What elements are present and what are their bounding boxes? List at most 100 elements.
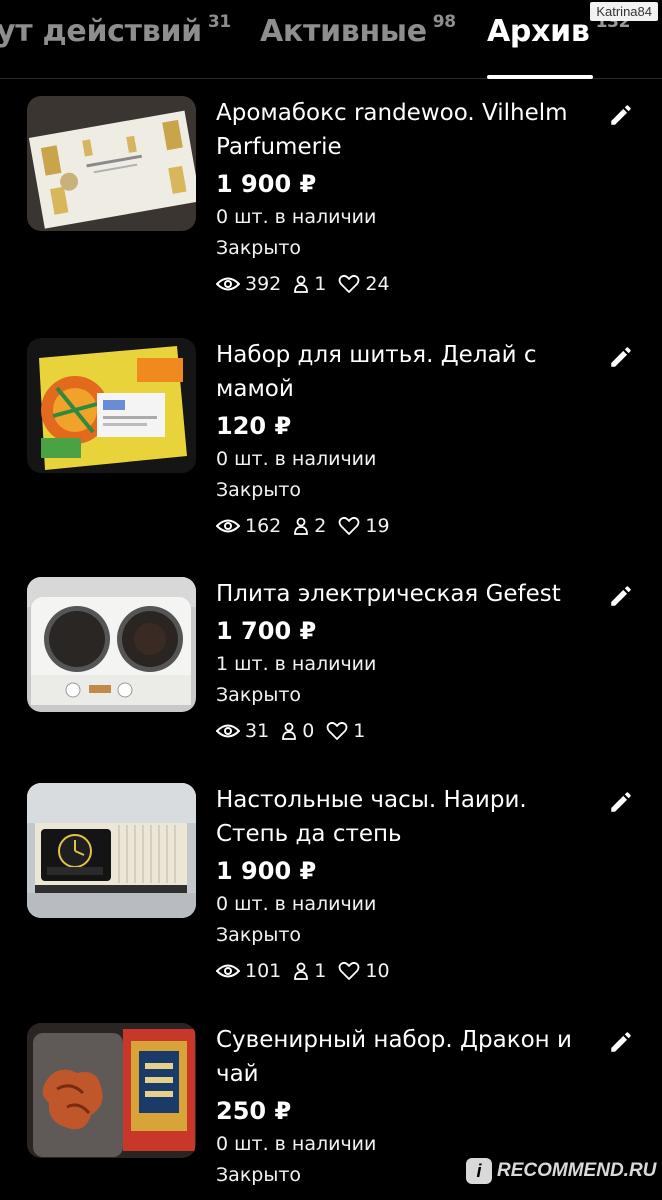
souvenir-set-image [27,1023,196,1158]
item-price: 1 900 ₽ [216,170,317,198]
likes-stat: 24 [338,270,390,298]
item-info: Настольные часы. Наири. Степь да степь 1… [216,783,596,985]
pencil-icon[interactable] [608,1029,634,1055]
item-stock: 0 шт. в наличии [216,893,377,915]
item-status: Закрыто [216,479,302,501]
tab-label: ут действий [0,14,202,49]
item-price: 1 900 ₽ [216,857,317,885]
buyers-count: 1 [314,273,327,295]
heart-icon [338,516,360,535]
item-title-line: Степь да степь [216,821,402,847]
item-title-line: чай [216,1061,259,1087]
item-photo[interactable] [27,783,196,918]
item-status: Закрыто [216,684,302,706]
views-count: 392 [245,273,282,295]
tab-label: Архив [487,14,590,49]
item-title-line: Сувенирный набор. Дракон и [216,1027,572,1053]
item-status: Закрыто [216,237,302,259]
item-title[interactable]: Плита электрическая Gefest [216,577,596,611]
pencil-icon[interactable] [608,102,634,128]
item-stock: 0 шт. в наличии [216,1133,377,1155]
pencil-icon[interactable] [608,583,634,609]
views-stat: 162 [216,512,281,540]
item-photo[interactable] [27,96,196,231]
person-icon [294,962,309,980]
likes-stat: 1 [326,717,365,745]
likes-count: 10 [365,960,390,982]
likes-stat: 19 [338,512,390,540]
tab-count: 31 [207,12,231,32]
eye-icon [216,964,240,978]
item-info: Плита электрическая Gefest 1 700 ₽ 1 шт.… [216,577,596,745]
item-price: 120 ₽ [216,412,292,440]
item-title[interactable]: Настольные часы. Наири. Степь да степь [216,783,596,851]
heart-icon [338,274,360,293]
views-count: 162 [245,515,282,537]
item-stats: 101 1 10 [216,957,596,985]
views-stat: 101 [216,957,281,985]
eye-icon [216,724,240,738]
sewing-kit-image [27,338,196,473]
perfume-box-image [27,96,196,231]
buyers-count: 1 [314,960,327,982]
item-stats: 31 0 1 [216,717,596,745]
likes-count: 1 [353,720,366,742]
active-tab-indicator [487,75,593,79]
heart-icon [338,961,360,980]
item-photo[interactable] [27,577,196,712]
views-count: 101 [245,960,282,982]
tabs-bar: ут действий 31 Активные 98 Архив 132 Katrin… [0,0,662,80]
item-photo[interactable] [27,1023,196,1158]
item-info: Аромабокс randewoo. Vilhelm Parfumerie 1… [216,96,596,298]
item-stats: 162 2 19 [216,512,596,540]
recommend-watermark: i RECOMMEND.RU [466,1158,656,1184]
item-info: Набор для шитья. Делай с мамой 120 ₽ 0 ш… [216,338,596,540]
person-icon [282,722,297,740]
buyers-stat: 0 [281,717,314,745]
item-title[interactable]: Сувенирный набор. Дракон и чай [216,1023,596,1091]
views-count: 31 [245,720,270,742]
item-stock: 0 шт. в наличии [216,206,377,228]
table-clock-image [27,783,196,918]
eye-icon [216,519,240,533]
electric-stove-image [27,577,196,712]
tab-awaiting-action[interactable]: ут действий 31 [0,12,231,49]
item-title-line: Набор для шитья. Делай с [216,342,537,368]
tab-active[interactable]: Активные 98 [260,12,456,49]
buyers-stat: 1 [293,957,326,985]
item-stats: 392 1 24 [216,270,596,298]
item-stock: 1 шт. в наличии [216,653,377,675]
watermark-text: RECOMMEND.RU [497,1160,657,1181]
likes-stat: 10 [338,957,390,985]
person-icon [294,275,309,293]
username-badge: Katrina84 [590,2,658,21]
item-stock: 0 шт. в наличии [216,448,377,470]
buyers-stat: 2 [293,512,326,540]
watermark-logo-icon: i [466,1158,492,1184]
item-title-line: Parfumerie [216,134,342,160]
item-title-line: Настольные часы. Наири. [216,787,527,813]
item-price: 1 700 ₽ [216,617,317,645]
item-title-line: мамой [216,376,294,402]
eye-icon [216,277,240,291]
views-stat: 31 [216,717,269,745]
person-icon [294,517,309,535]
tab-count: 98 [432,12,456,32]
pencil-icon[interactable] [608,344,634,370]
item-status: Закрыто [216,924,302,946]
tab-label: Активные [260,14,427,49]
buyers-count: 2 [314,515,327,537]
likes-count: 19 [365,515,390,537]
buyers-count: 0 [302,720,315,742]
item-title[interactable]: Набор для шитья. Делай с мамой [216,338,596,406]
views-stat: 392 [216,270,281,298]
likes-count: 24 [365,273,390,295]
item-price: 250 ₽ [216,1097,292,1125]
heart-icon [326,721,348,740]
item-photo[interactable] [27,338,196,473]
item-title-line: Плита электрическая Gefest [216,581,561,607]
buyers-stat: 1 [293,270,326,298]
item-title[interactable]: Аромабокс randewoo. Vilhelm Parfumerie [216,96,596,164]
pencil-icon[interactable] [608,789,634,815]
item-title-line: Аромабокс randewoo. Vilhelm [216,100,568,126]
